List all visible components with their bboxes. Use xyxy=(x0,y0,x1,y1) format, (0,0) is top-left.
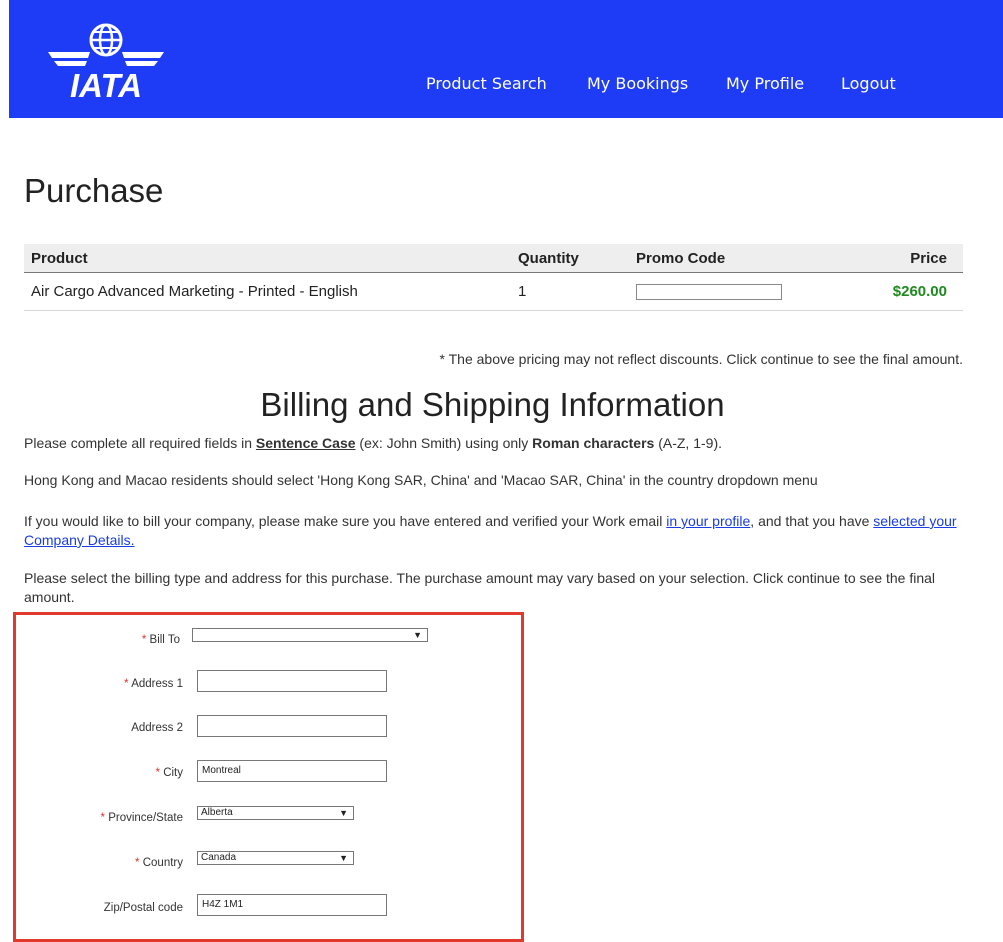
address1-input[interactable] xyxy=(197,670,387,692)
chevron-down-icon: ▼ xyxy=(339,808,348,818)
instruction-text: (A-Z, 1-9). xyxy=(654,435,722,451)
instructions-billing-type: Please select the billing type and addre… xyxy=(24,570,936,605)
instruction-text: If you would like to bill your company, … xyxy=(24,513,667,529)
product-price: $260.00 xyxy=(854,272,963,311)
nav-logout[interactable]: Logout xyxy=(841,74,896,93)
roman-characters-emphasis: Roman characters xyxy=(532,435,655,451)
address2-input[interactable] xyxy=(197,715,387,737)
country-label: * Country xyxy=(60,857,183,869)
nav-product-search[interactable]: Product Search xyxy=(426,74,547,93)
promo-code-cell xyxy=(629,272,855,311)
address1-label-text: Address 1 xyxy=(131,678,183,690)
required-mark: * xyxy=(124,678,129,690)
province-label: * Province/State xyxy=(40,812,183,824)
chevron-down-icon: ▼ xyxy=(413,630,422,640)
col-header-promo-code: Promo Code xyxy=(629,244,855,273)
city-label-text: City xyxy=(163,767,183,779)
col-header-price: Price xyxy=(854,244,963,273)
profile-link[interactable]: in your profile xyxy=(666,513,750,529)
iata-logo-icon: IATA xyxy=(48,23,164,104)
address2-label: Address 2 xyxy=(131,722,183,734)
promo-code-input[interactable] xyxy=(636,283,782,300)
col-header-product: Product xyxy=(24,244,511,273)
svg-text:IATA: IATA xyxy=(70,67,142,102)
product-quantity: 1 xyxy=(511,272,629,311)
bill-to-label: * Bill To xyxy=(80,634,180,646)
country-select[interactable]: Canada ▼ xyxy=(197,851,354,865)
instructions-company-billing: If you would like to bill your company, … xyxy=(24,512,974,550)
required-mark: * xyxy=(141,634,147,646)
bill-to-label-text: Bill To xyxy=(149,634,180,646)
sentence-case-emphasis: Sentence Case xyxy=(255,435,356,451)
required-mark: * xyxy=(135,857,140,869)
required-mark: * xyxy=(100,812,105,824)
products-table: Product Quantity Promo Code Price Air Ca… xyxy=(24,244,963,311)
instruction-text: Please complete all required fields in xyxy=(24,435,256,451)
table-row: Air Cargo Advanced Marketing - Printed -… xyxy=(24,272,963,311)
pricing-disclaimer: * The above pricing may not reflect disc… xyxy=(439,351,963,367)
instructions-hk-macao: Hong Kong and Macao residents should sel… xyxy=(24,472,818,488)
city-input[interactable]: Montreal xyxy=(197,760,387,782)
col-header-quantity: Quantity xyxy=(511,244,629,273)
iata-logo[interactable]: IATA xyxy=(46,22,166,104)
table-header-row: Product Quantity Promo Code Price xyxy=(24,244,963,273)
page-title: Purchase xyxy=(24,172,164,209)
province-value: Alberta xyxy=(201,807,233,818)
province-select[interactable]: Alberta ▼ xyxy=(197,806,354,820)
instruction-text: (ex: John Smith) using only xyxy=(355,435,533,451)
product-name: Air Cargo Advanced Marketing - Printed -… xyxy=(24,272,511,311)
required-mark: * xyxy=(155,767,160,779)
chevron-down-icon: ▼ xyxy=(339,853,348,863)
zip-input[interactable]: H4Z 1M1 xyxy=(197,894,387,916)
country-label-text: Country xyxy=(142,857,183,869)
province-label-text: Province/State xyxy=(108,812,183,824)
site-header: IATA Product Search My Bookings My Profi… xyxy=(9,0,1003,118)
address1-label: * Address 1 xyxy=(60,678,183,690)
nav-my-bookings[interactable]: My Bookings xyxy=(587,74,688,93)
city-label: * City xyxy=(60,767,184,779)
country-value: Canada xyxy=(201,852,237,863)
billing-section-title: Billing and Shipping Information xyxy=(260,386,725,423)
instruction-text: , and that you have xyxy=(750,513,874,529)
instructions-sentence-case: Please complete all required fields in S… xyxy=(24,434,974,453)
bill-to-select[interactable]: ▼ xyxy=(192,628,428,642)
nav-my-profile[interactable]: My Profile xyxy=(726,74,804,93)
zip-label: Zip/Postal code xyxy=(103,902,183,914)
